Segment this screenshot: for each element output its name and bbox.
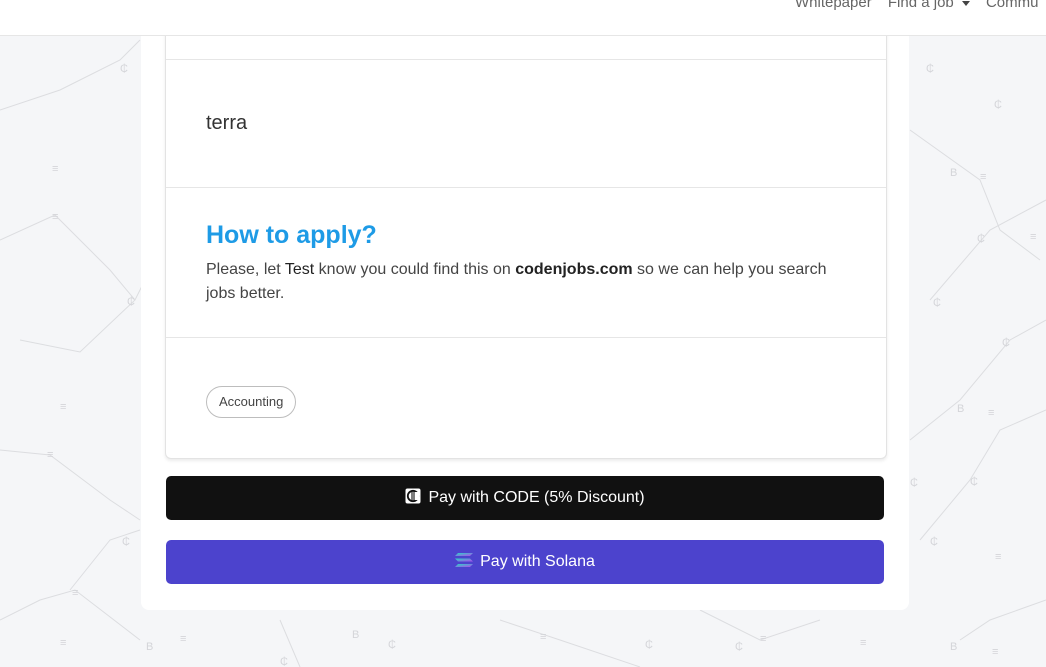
svg-text:≡: ≡ [988, 407, 994, 419]
svg-text:≡: ≡ [52, 163, 58, 175]
pay-with-solana-button[interactable]: Pay with Solana [166, 540, 884, 584]
svg-text:≡: ≡ [1030, 231, 1036, 243]
pay-with-solana-label: Pay with Solana [480, 553, 595, 570]
svg-text:B: B [352, 629, 359, 641]
svg-text:₵: ₵ [127, 296, 135, 308]
svg-text:≡: ≡ [60, 637, 66, 649]
tech-section: terra [166, 59, 886, 187]
svg-text:₵: ₵ [910, 477, 918, 489]
svg-text:₵: ₵ [280, 656, 288, 667]
svg-text:≡: ≡ [860, 637, 866, 649]
svg-text:B: B [957, 403, 964, 415]
how-to-apply-text: Please, let Test know you could find thi… [206, 258, 846, 306]
svg-text:≡: ≡ [992, 646, 998, 658]
pay-with-code-button[interactable]: Pay with CODE (5% Discount) [166, 476, 884, 520]
svg-text:≡: ≡ [72, 587, 78, 599]
svg-text:₵: ₵ [977, 233, 985, 245]
nav-dropdown-label: Find a job [887, 0, 954, 11]
svg-text:₵: ₵ [933, 297, 941, 309]
pay-with-code-label: Pay with CODE (5% Discount) [428, 489, 645, 506]
svg-text:≡: ≡ [180, 633, 186, 645]
svg-text:B: B [950, 167, 957, 179]
svg-text:₵: ₵ [970, 476, 978, 488]
caret-down-icon [961, 0, 970, 6]
how-to-apply-section: How to apply? Please, let Test know you … [166, 187, 886, 337]
code-coin-icon [405, 488, 421, 504]
svg-text:≡: ≡ [995, 551, 1001, 563]
tag-accounting[interactable]: Accounting [206, 386, 297, 418]
svg-text:₵: ₵ [994, 99, 1002, 111]
solana-icon [455, 553, 474, 567]
svg-text:₵: ₵ [1002, 337, 1010, 349]
svg-text:₵: ₵ [122, 536, 130, 548]
svg-text:≡: ≡ [760, 633, 766, 645]
svg-text:B: B [146, 641, 153, 653]
site-name: codenjobs.com [515, 261, 633, 278]
nav-link-whitepaper[interactable]: Whitepaper [795, 0, 872, 11]
svg-text:B: B [950, 641, 957, 653]
how-to-apply-heading: How to apply? [206, 221, 377, 249]
svg-text:≡: ≡ [980, 171, 986, 183]
svg-text:≡: ≡ [540, 631, 546, 643]
svg-text:≡: ≡ [52, 211, 58, 223]
tags-section: Accounting [166, 337, 886, 458]
svg-text:₵: ₵ [388, 639, 396, 651]
svg-text:₵: ₵ [930, 536, 938, 548]
svg-text:₵: ₵ [645, 639, 653, 651]
apply-text-part: know you could find this on [314, 261, 516, 278]
job-details-card: terra How to apply? Please, let Test kno… [165, 20, 887, 459]
nav-link-community[interactable]: Commu [986, 0, 1039, 11]
nav-dropdown-find-a-job[interactable]: Find a job [888, 0, 970, 11]
company-name: Test [284, 261, 315, 278]
svg-text:₵: ₵ [926, 63, 934, 75]
svg-text:≡: ≡ [47, 449, 53, 461]
tech-text: terra [206, 112, 248, 134]
svg-text:₵: ₵ [120, 63, 128, 75]
nav-links: Whitepaper Find a job Commu [795, 0, 1046, 11]
svg-text:₵: ₵ [735, 641, 743, 653]
apply-text-part: Please, let [206, 261, 285, 278]
top-navigation-bar: Whitepaper Find a job Commu [0, 0, 1046, 36]
svg-text:≡: ≡ [60, 401, 66, 413]
